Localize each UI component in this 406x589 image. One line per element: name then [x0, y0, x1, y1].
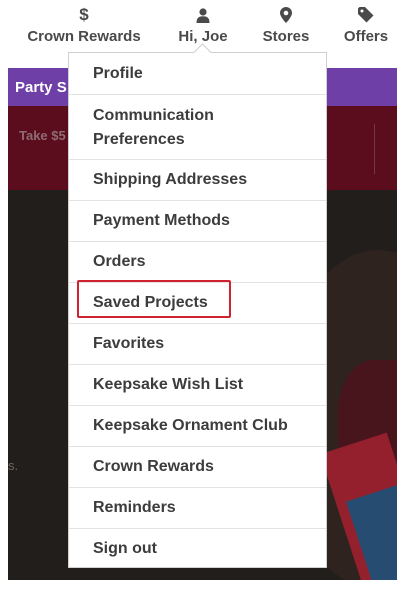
nav-crown-rewards-label: Crown Rewards: [27, 28, 141, 45]
menu-item-sign-out[interactable]: Sign out: [69, 528, 326, 567]
saved-projects-highlight: [77, 280, 231, 318]
menu-item-label: Profile: [93, 65, 143, 82]
menu-item-favorites[interactable]: Favorites: [69, 323, 326, 364]
page-bottom: [0, 580, 406, 589]
nav-offers-label: Offers: [343, 28, 389, 45]
map-pin-icon: [258, 6, 314, 24]
menu-item-label: Communication Preferences: [93, 107, 214, 148]
promo-bar-text: Party S: [15, 79, 67, 96]
menu-item-label: Favorites: [93, 335, 165, 352]
menu-item-crown-rewards[interactable]: Crown Rewards: [69, 446, 326, 487]
menu-item-label: Reminders: [93, 499, 176, 516]
nav-account-label: Hi, Joe: [178, 28, 228, 45]
menu-item-label: Crown Rewards: [93, 458, 214, 475]
nav-account[interactable]: Hi, Joe: [172, 6, 234, 45]
menu-item-keepsake-wish-list[interactable]: Keepsake Wish List: [69, 364, 326, 405]
menu-item-label: Orders: [93, 253, 146, 270]
menu-item-label: Sign out: [93, 540, 157, 557]
menu-item-label: Keepsake Wish List: [93, 376, 244, 393]
user-icon: [172, 6, 234, 24]
menu-item-payment-methods[interactable]: Payment Methods: [69, 200, 326, 241]
menu-item-reminders[interactable]: Reminders: [69, 487, 326, 528]
tag-icon: [340, 6, 392, 24]
menu-item-keepsake-ornament-club[interactable]: Keepsake Ornament Club: [69, 405, 326, 446]
banner-divider: [374, 124, 375, 174]
menu-item-shipping-addresses[interactable]: Shipping Addresses: [69, 159, 326, 200]
menu-item-label: Keepsake Ornament Club: [93, 417, 288, 434]
offer-banner-text: Take $5: [19, 128, 66, 143]
nav-offers[interactable]: Offers: [340, 6, 392, 45]
menu-item-label: Shipping Addresses: [93, 171, 248, 188]
menu-item-profile[interactable]: Profile: [69, 53, 326, 94]
dollar-icon: $: [79, 5, 89, 24]
menu-item-orders[interactable]: Orders: [69, 241, 326, 282]
menu-item-communication-preferences[interactable]: Communication Preferences: [69, 94, 326, 159]
nav-stores[interactable]: Stores: [258, 6, 314, 45]
nav-stores-label: Stores: [262, 28, 310, 45]
menu-item-label: Payment Methods: [93, 212, 230, 229]
nav-crown-rewards[interactable]: $ Crown Rewards: [23, 5, 145, 46]
